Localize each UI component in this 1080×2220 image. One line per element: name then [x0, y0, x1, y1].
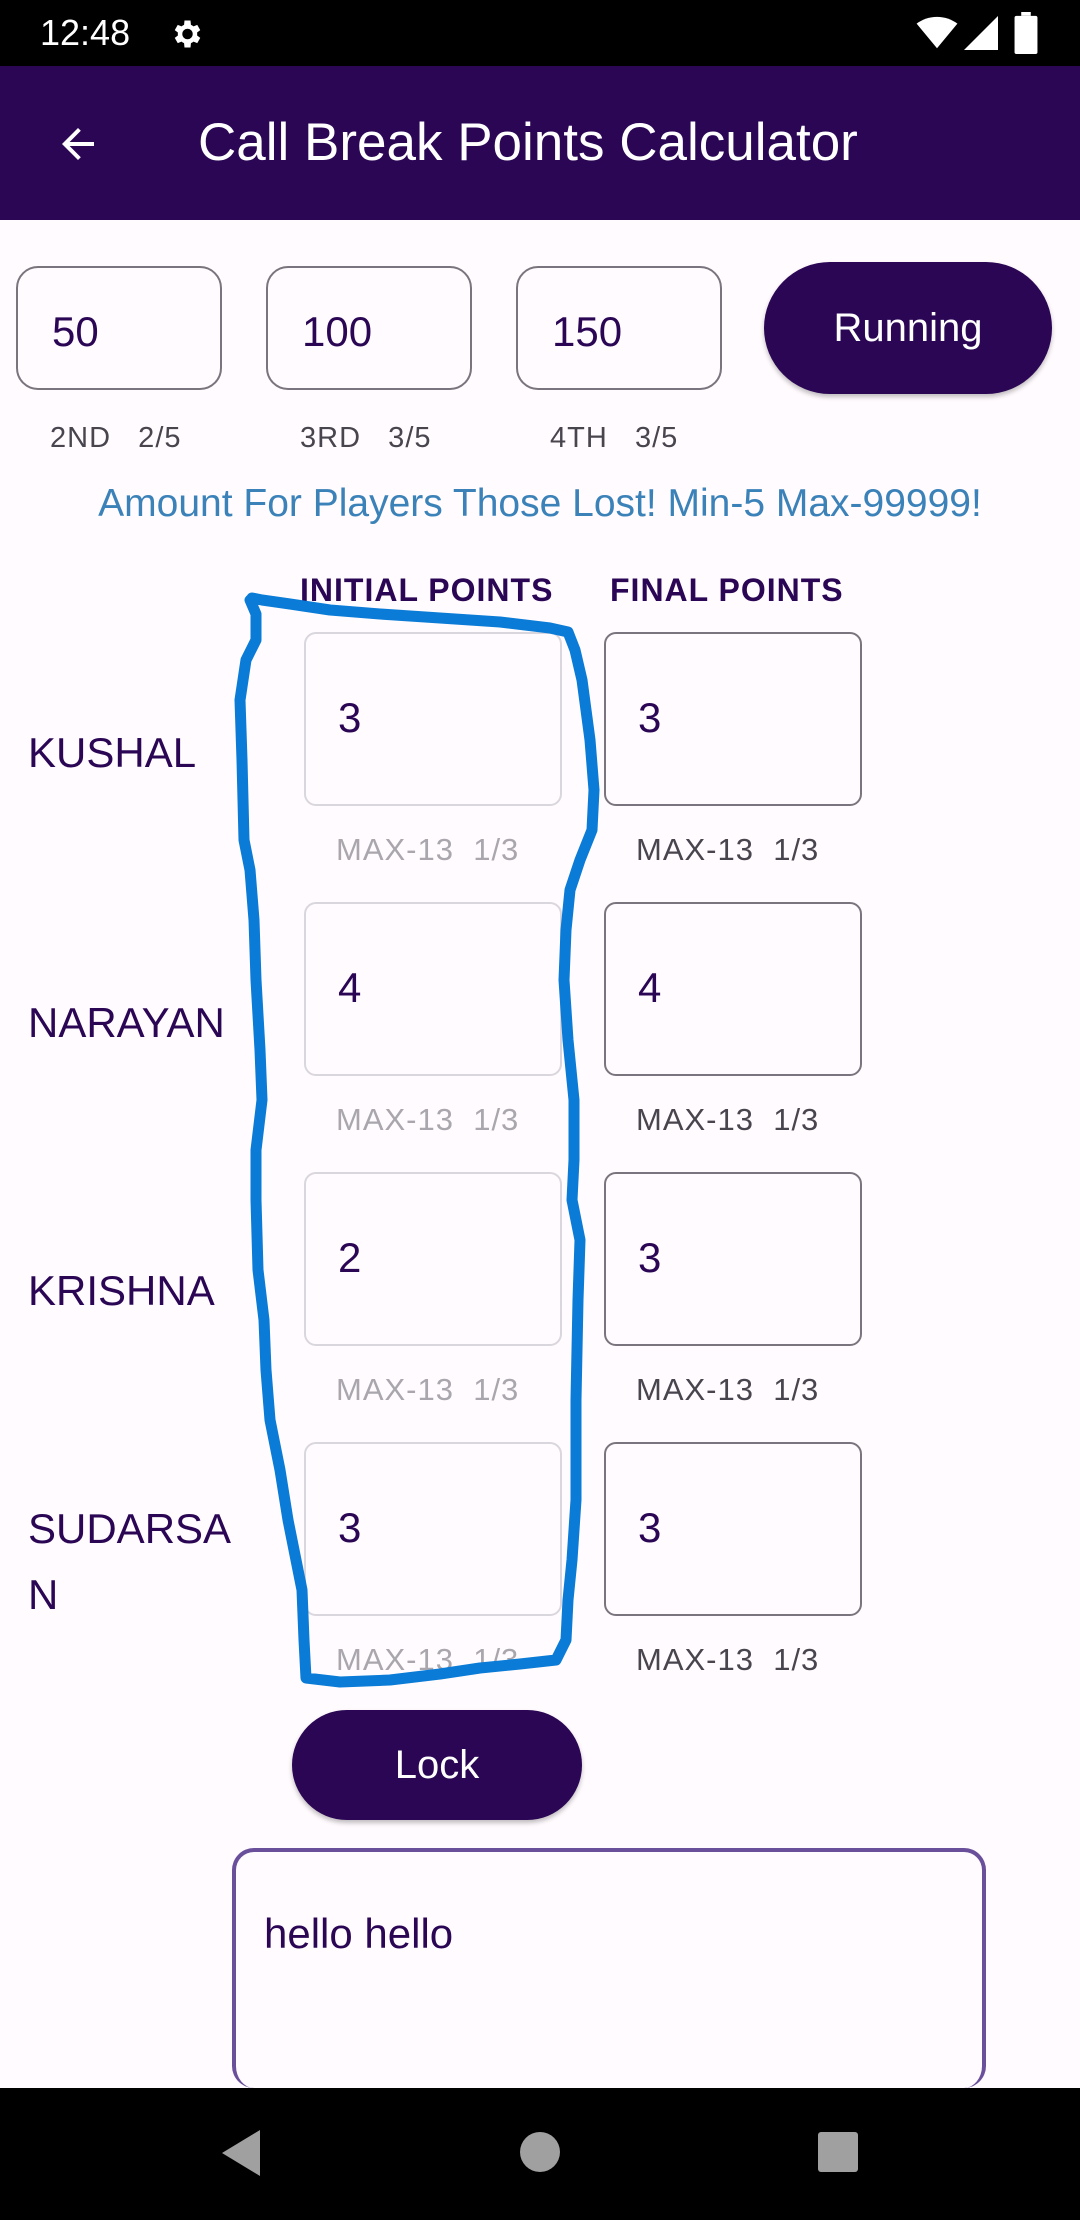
points-value: 3	[638, 1234, 662, 1281]
page-title: Call Break Points Calculator	[198, 113, 858, 172]
final-points-helper: MAX-13 1/3	[636, 832, 820, 867]
notes-textarea[interactable]	[232, 1848, 986, 2088]
initial-points-input[interactable]: 3	[304, 1442, 562, 1616]
final-points-input[interactable]: 3	[604, 632, 862, 806]
battery-icon	[1014, 12, 1038, 54]
initial-points-input[interactable]: 3	[304, 632, 562, 806]
status-time: 12:48	[40, 12, 131, 53]
initial-points-input[interactable]: 2	[304, 1172, 562, 1346]
player-name: KUSHAL	[28, 729, 197, 776]
initial-points-helper: MAX-13 1/3	[336, 1372, 520, 1407]
final-points-helper: MAX-13 1/3	[636, 1102, 820, 1137]
amount-value: 150	[552, 308, 623, 355]
wifi-icon	[916, 16, 958, 49]
points-value: 3	[638, 1504, 662, 1551]
amount-value: 50	[52, 308, 99, 355]
amount-value: 100	[302, 308, 373, 355]
points-value: 2	[338, 1234, 362, 1281]
initial-points-helper: MAX-13 1/3	[336, 1102, 520, 1137]
points-value: 3	[338, 1504, 362, 1551]
nav-back-icon[interactable]	[218, 2128, 264, 2178]
player-name: KRISHNA	[28, 1267, 215, 1314]
arrow-back-icon	[62, 128, 94, 160]
final-points-helper: MAX-13 1/3	[636, 1642, 820, 1677]
settings-gear-icon	[174, 20, 201, 48]
lost-amount-note: Amount For Players Those Lost! Min-5 Max…	[98, 482, 982, 525]
second-place-amount-input[interactable]: 50	[16, 266, 222, 390]
initial-points-helper: MAX-13 1/3	[336, 1642, 520, 1677]
fourth-place-amount-input[interactable]: 150	[516, 266, 722, 390]
final-points-header: FINAL POINTS	[610, 572, 844, 608]
final-points-input[interactable]: 3	[604, 1442, 862, 1616]
points-value: 4	[638, 964, 662, 1011]
points-value: 4	[338, 964, 362, 1011]
points-value: 3	[338, 694, 362, 741]
third-place-amount-input[interactable]: 100	[266, 266, 472, 390]
player-name: NARAYAN	[28, 999, 225, 1046]
running-button[interactable]: Running	[764, 262, 1052, 394]
final-points-input[interactable]: 3	[604, 1172, 862, 1346]
nav-recents-icon[interactable]	[816, 2130, 860, 2174]
nav-home-icon[interactable]	[518, 2130, 562, 2174]
notes-text: hello hello	[264, 1910, 454, 1957]
initial-points-helper: MAX-13 1/3	[336, 832, 520, 867]
lock-button[interactable]: Lock	[292, 1710, 582, 1820]
fourth-place-helper: 4TH 3/5	[550, 422, 679, 454]
second-place-helper: 2ND 2/5	[50, 422, 182, 454]
third-place-helper: 3RD 3/5	[300, 422, 432, 454]
back-button[interactable]	[40, 106, 116, 182]
player-name: SUDARSAN	[28, 1505, 232, 1618]
points-value: 3	[638, 694, 662, 741]
initial-points-header: INITIAL POINTS	[300, 572, 554, 608]
signal-icon	[964, 16, 998, 50]
final-points-input[interactable]: 4	[604, 902, 862, 1076]
final-points-helper: MAX-13 1/3	[636, 1372, 820, 1407]
initial-points-input[interactable]: 4	[304, 902, 562, 1076]
